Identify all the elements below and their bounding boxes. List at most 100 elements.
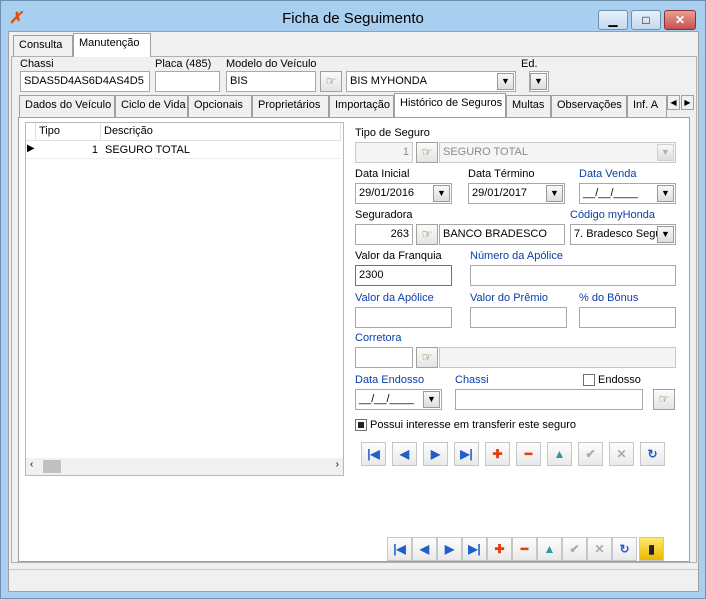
ed-select[interactable]: ▼ — [529, 71, 549, 92]
chassi-field[interactable]: SDAS5D4AS6D4AS4D5 — [20, 71, 150, 92]
tipo-seguro-lookup-button[interactable]: ☞ — [416, 142, 438, 163]
tab-opcionais[interactable]: Opcionais — [188, 95, 252, 117]
tab-multas[interactable]: Multas — [506, 95, 551, 117]
placa-field[interactable] — [155, 71, 220, 92]
chevron-down-icon[interactable]: ▼ — [657, 185, 674, 202]
transferir-checkbox[interactable] — [355, 419, 367, 431]
scroll-thumb[interactable] — [43, 460, 61, 473]
modelo-code-field[interactable]: BIS — [226, 71, 316, 92]
data-endosso-label: Data Endosso — [355, 374, 425, 386]
corretora-code-field[interactable] — [355, 347, 413, 368]
minus-icon: ━ — [520, 542, 529, 556]
data-venda-field[interactable]: __/__/____ ▼ — [579, 183, 676, 204]
confirm-button[interactable]: ✔ — [578, 442, 603, 466]
seguradora-lookup-button[interactable]: ☞ — [416, 224, 438, 245]
data-inicial-field[interactable]: 29/01/2016 ▼ — [355, 183, 452, 204]
minimize-button[interactable]: ▁ — [598, 10, 628, 30]
prev-icon: ◀ — [419, 542, 430, 556]
tab-ciclo-vida[interactable]: Ciclo de Vida — [115, 95, 188, 117]
valor-apolice-label: Valor da Apólice — [355, 292, 434, 304]
modelo-lookup-button[interactable]: ☞ — [320, 71, 342, 92]
modelo-select[interactable]: BIS MYHONDA ▼ — [346, 71, 516, 92]
plus-icon: ✚ — [494, 542, 505, 556]
main-cancel-button[interactable]: ✕ — [587, 537, 612, 561]
main-last-button[interactable]: ▶| — [462, 537, 487, 561]
row-tipo: 1 — [91, 144, 98, 156]
main-confirm-button[interactable]: ✔ — [562, 537, 587, 561]
tab-scroll-right-icon[interactable]: ▶ — [681, 95, 694, 110]
grid-header-descricao[interactable]: Descrição — [101, 123, 341, 141]
codigo-myhonda-select[interactable]: 7. Bradesco Segu ▼ — [570, 224, 676, 245]
exit-button[interactable]: ▮ — [639, 537, 664, 561]
codigo-myhonda-value: 7. Bradesco Segu — [574, 228, 662, 240]
valor-franquia-field[interactable]: 2300 — [355, 265, 452, 286]
cancel-icon: ✕ — [616, 447, 627, 461]
tipo-seguro-select: SEGURO TOTAL ▼ — [439, 142, 676, 163]
add-record-button[interactable]: ✚ — [485, 442, 510, 466]
tab-manutencao[interactable]: Manutenção — [73, 33, 151, 57]
seguros-grid[interactable]: Tipo Descrição ▶ 1 SEGURO TOTAL ‹ › — [25, 122, 344, 476]
next-record-button[interactable]: ▶ — [423, 442, 448, 466]
main-first-button[interactable]: |◀ — [387, 537, 412, 561]
tab-inf-a[interactable]: Inf. A — [627, 95, 667, 117]
seguradora-code-field[interactable]: 263 — [355, 224, 413, 245]
tab-dados-veiculo[interactable]: Dados do Veículo — [19, 95, 115, 117]
valor-franquia-label: Valor da Franquia — [355, 250, 442, 262]
valor-premio-field[interactable] — [470, 307, 567, 328]
client-area: Consulta Manutenção Chassi SDAS5D4AS6D4A… — [8, 31, 699, 592]
tab-historico-seguros[interactable]: Histórico de Seguros — [394, 93, 506, 117]
main-add-button[interactable]: ✚ — [487, 537, 512, 561]
grid-header-tipo[interactable]: Tipo — [36, 123, 101, 141]
main-edit-button[interactable]: ▲ — [537, 537, 562, 561]
chevron-down-icon[interactable]: ▼ — [433, 185, 450, 202]
chevron-down-icon[interactable]: ▼ — [657, 226, 674, 243]
lookup-icon: ☞ — [658, 392, 670, 406]
tab-scroll-left-icon[interactable]: ◀ — [667, 95, 680, 110]
scroll-left-icon[interactable]: ‹ — [30, 459, 33, 470]
chevron-down-icon[interactable]: ▼ — [497, 73, 514, 90]
refresh-button[interactable]: ↻ — [640, 442, 665, 466]
delete-record-button[interactable]: ━ — [516, 442, 541, 466]
grid-indicator-header — [26, 123, 36, 141]
corretora-lookup-button[interactable]: ☞ — [416, 347, 438, 368]
valor-apolice-field[interactable] — [355, 307, 452, 328]
chevron-down-icon[interactable]: ▼ — [423, 391, 440, 408]
historico-panel: Tipo Descrição ▶ 1 SEGURO TOTAL ‹ › Tipo… — [18, 117, 690, 562]
valor-premio-label: Valor do Prêmio — [470, 292, 549, 304]
main-refresh-button[interactable]: ↻ — [612, 537, 637, 561]
first-record-button[interactable]: |◀ — [361, 442, 386, 466]
main-prev-button[interactable]: ◀ — [412, 537, 437, 561]
prev-record-button[interactable]: ◀ — [392, 442, 417, 466]
manutencao-panel: Chassi SDAS5D4AS6D4AS4D5 Placa (485) Mod… — [11, 56, 697, 563]
refresh-icon: ↻ — [619, 542, 630, 556]
seguradora-desc-field[interactable]: BANCO BRADESCO — [439, 224, 565, 245]
main-delete-button[interactable]: ━ — [512, 537, 537, 561]
tab-proprietarios[interactable]: Proprietários — [252, 95, 329, 117]
chevron-down-icon[interactable]: ▼ — [546, 185, 563, 202]
endosso-checkbox[interactable] — [583, 374, 595, 386]
edit-record-button[interactable]: ▲ — [547, 442, 572, 466]
maximize-button[interactable]: □ — [631, 10, 661, 30]
cancel-button[interactable]: ✕ — [609, 442, 634, 466]
next-icon: ▶ — [430, 447, 441, 461]
pct-bonus-field[interactable] — [579, 307, 676, 328]
data-endosso-field[interactable]: __/__/____ ▼ — [355, 389, 442, 410]
check-icon: ✔ — [569, 542, 580, 556]
table-row[interactable]: ▶ 1 SEGURO TOTAL — [26, 141, 341, 159]
first-icon: |◀ — [367, 447, 380, 461]
tab-observacoes[interactable]: Observações — [551, 95, 627, 117]
last-record-button[interactable]: ▶| — [454, 442, 479, 466]
data-inicial-label: Data Inicial — [355, 168, 410, 180]
tab-consulta[interactable]: Consulta — [13, 35, 73, 57]
scroll-right-icon[interactable]: › — [336, 459, 339, 470]
tipo-seguro-label: Tipo de Seguro — [355, 127, 430, 139]
endosso-chassi-field[interactable] — [455, 389, 643, 410]
endosso-lookup-button[interactable]: ☞ — [653, 389, 675, 410]
chevron-down-icon[interactable]: ▼ — [530, 73, 547, 90]
grid-horizontal-scrollbar[interactable]: ‹ › — [26, 458, 343, 475]
data-termino-field[interactable]: 29/01/2017 ▼ — [468, 183, 565, 204]
numero-apolice-field[interactable] — [470, 265, 676, 286]
tab-importacao[interactable]: Importação — [329, 95, 394, 117]
close-button[interactable]: ✕ — [664, 10, 696, 30]
main-next-button[interactable]: ▶ — [437, 537, 462, 561]
